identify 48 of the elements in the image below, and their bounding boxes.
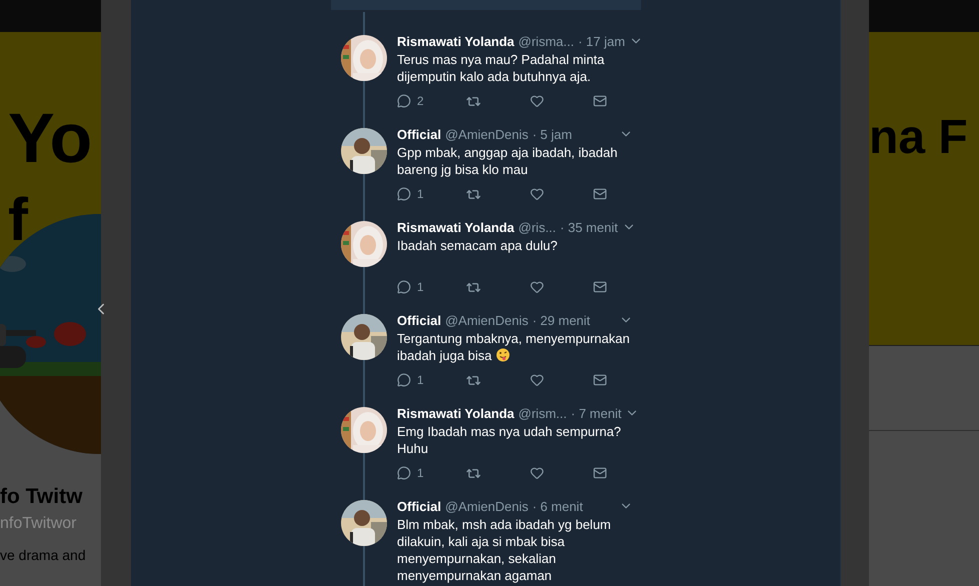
author-name: Rismawati Yolanda — [397, 220, 514, 234]
author-handle: @ris... — [518, 220, 556, 234]
message-button[interactable] — [593, 466, 607, 480]
banner-heading: f — [8, 190, 28, 250]
message-button[interactable] — [593, 94, 607, 108]
reply-button[interactable]: 1 — [397, 373, 424, 387]
author-handle: @risma... — [518, 34, 574, 48]
author-name: Official — [397, 126, 442, 142]
message-button[interactable] — [593, 187, 607, 201]
like-button[interactable] — [530, 94, 544, 108]
reply-button[interactable]: 2 — [397, 94, 424, 108]
reply-button[interactable]: 1 — [397, 280, 424, 294]
author-name: Official — [397, 312, 442, 328]
banner-heading: Yo — [8, 98, 92, 179]
tweet-text: Tergantung mbaknya, menyempurnakan ibadah juga bisa — [397, 330, 631, 364]
tweet-time: · 35 menit — [560, 220, 618, 234]
tweet-time: · 17 jam — [578, 34, 626, 48]
tweet-time: · 7 menit — [570, 406, 622, 420]
author-handle: @AmienDenis — [445, 312, 528, 328]
profile-handle: nfoTwitwor — [0, 515, 76, 533]
reply-button[interactable]: 1 — [397, 187, 424, 201]
tweet-text: Blm mbak, msh ada ibadah yg belum dilakuin, kali aja si mbak bisa menyempurnakan, sekalian menyempurnakan agaman — [397, 516, 612, 584]
profile-bio: ve drama and — [0, 547, 86, 563]
banner-heading: na F — [869, 110, 968, 166]
tweet-text: Emg Ibadah mas nya udah sempurna? Huhu — [397, 423, 622, 457]
author-handle: @AmienDenis — [445, 498, 528, 514]
author-name: Rismawati Yolanda — [397, 34, 514, 48]
profile-name: fo Twitw — [0, 485, 82, 509]
tweet-time: · 6 menit — [532, 498, 583, 514]
like-button[interactable] — [530, 373, 544, 387]
message-button[interactable] — [593, 280, 607, 294]
tweet-text: Gpp mbak, anggap aja ibadah, ibadah bareng jg bisa klo mau — [397, 144, 618, 178]
thread-line — [363, 546, 365, 586]
message-button[interactable] — [593, 373, 607, 387]
like-button[interactable] — [530, 187, 544, 201]
thread-line — [363, 12, 365, 35]
author-handle: @rism... — [518, 406, 567, 420]
tweet-time: · 29 menit — [532, 312, 590, 328]
emoji-icon — [496, 348, 510, 362]
like-button[interactable] — [530, 466, 544, 480]
author-handle: @AmienDenis — [445, 126, 528, 142]
tweet-text: Terus mas nya mau? Padahal minta dijemputin kalo ada butuhnya aja. — [397, 51, 606, 85]
like-button[interactable] — [530, 280, 544, 294]
author-name: Rismawati Yolanda — [397, 406, 514, 420]
tweet-time: · 5 jam — [532, 126, 572, 142]
author-name: Official — [397, 498, 442, 514]
reply-button[interactable]: 1 — [397, 466, 424, 480]
tweet-text: Ibadah semacam apa dulu? — [397, 237, 558, 255]
